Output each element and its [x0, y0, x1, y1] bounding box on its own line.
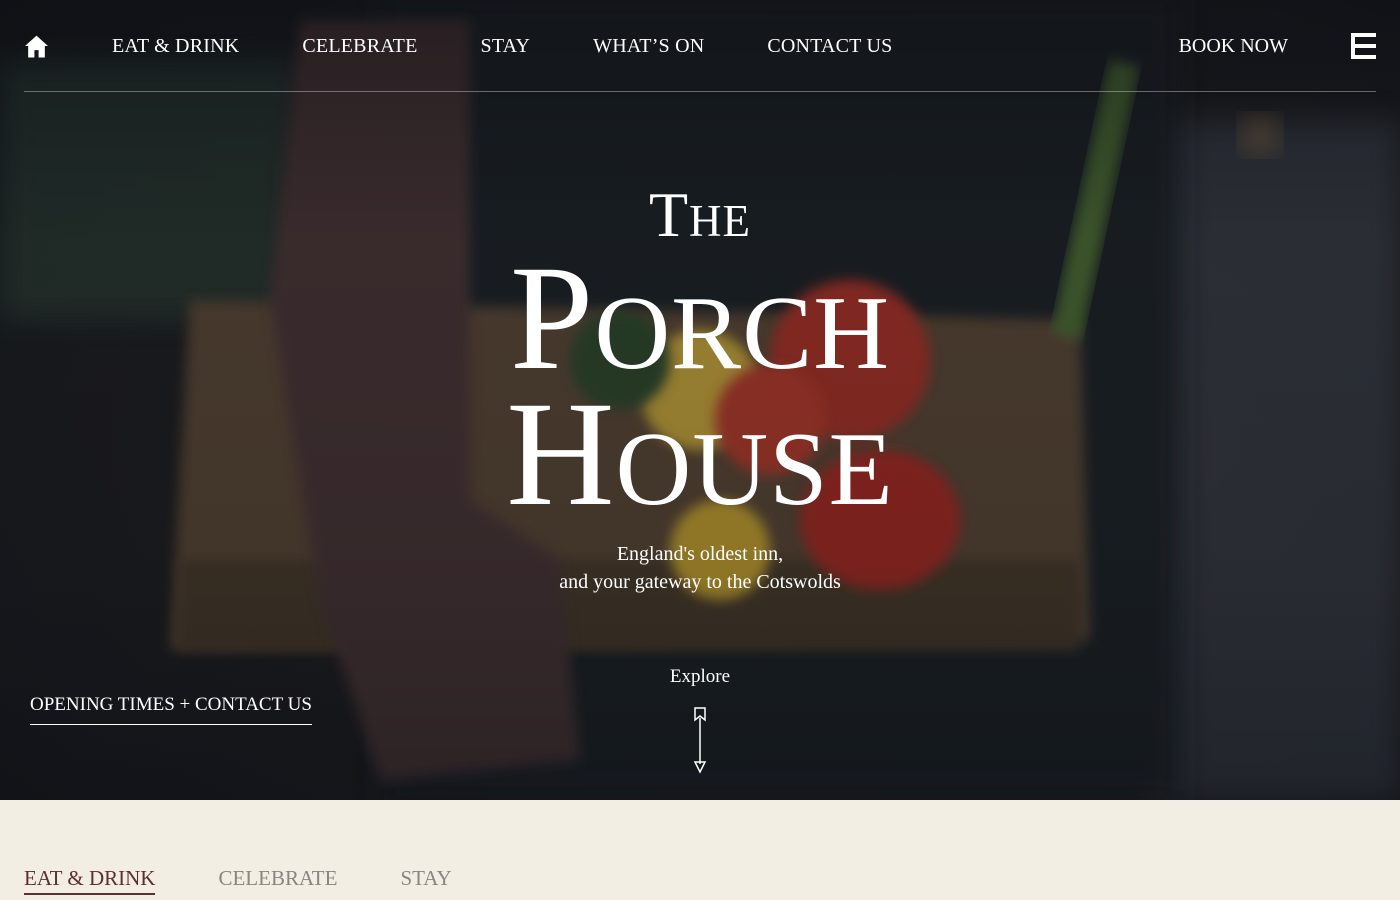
title-house: House — [506, 371, 894, 537]
tagline-line-2: and your gateway to the Cotswolds — [559, 571, 841, 593]
home-icon[interactable] — [24, 33, 49, 59]
nav-links: EAT & DRINK CELEBRATE STAY WHAT’S ON CON… — [112, 33, 955, 59]
hero-tagline: England's oldest inn, and your gateway t… — [0, 540, 1400, 596]
tab-stay[interactable]: STAY — [400, 866, 451, 895]
title-porch: Porch — [509, 235, 891, 401]
section-tabs: EAT & DRINK CELEBRATE STAY — [24, 866, 515, 895]
top-navigation: EAT & DRINK CELEBRATE STAY WHAT’S ON CON… — [24, 0, 1376, 92]
hero-title: The Porch House — [0, 180, 1400, 537]
nav-link-eat-drink[interactable]: EAT & DRINK — [112, 33, 239, 59]
hero-section: EAT & DRINK CELEBRATE STAY WHAT’S ON CON… — [0, 0, 1400, 800]
nav-link-whats-on[interactable]: WHAT’S ON — [593, 33, 704, 59]
explore-link[interactable]: Explore — [650, 666, 750, 688]
nav-link-contact-us[interactable]: CONTACT US — [767, 33, 892, 59]
arrow-down-icon[interactable] — [691, 706, 709, 774]
nav-link-celebrate[interactable]: CELEBRATE — [302, 33, 417, 59]
opening-times-contact-link[interactable]: OPENING TIMES + CONTACT US — [30, 694, 312, 725]
tab-celebrate[interactable]: CELEBRATE — [218, 866, 337, 895]
tab-eat-drink[interactable]: EAT & DRINK — [24, 866, 156, 895]
tagline-line-1: England's oldest inn, — [616, 543, 784, 565]
hamburger-menu-icon[interactable] — [1351, 33, 1376, 59]
book-now-button[interactable]: BOOK NOW — [1179, 33, 1288, 59]
nav-link-stay[interactable]: STAY — [481, 33, 531, 59]
